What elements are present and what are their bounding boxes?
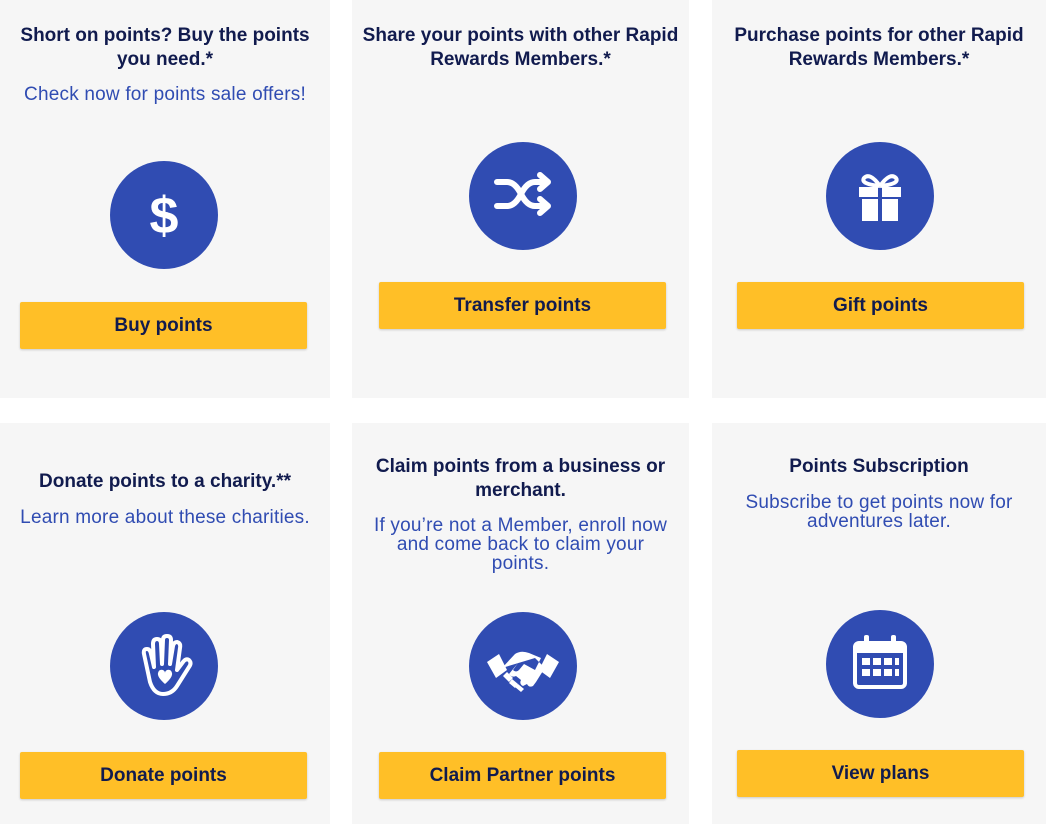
card-title: Share your points with other Rapid Rewar… [362, 25, 679, 70]
card-title: Claim points from a business or merchant… [375, 456, 666, 501]
view-plans-button[interactable]: View plans [737, 750, 1024, 797]
hand-heart-icon [110, 612, 218, 720]
enroll-link[interactable]: If you’re not a Member, enroll now and c… [366, 516, 675, 573]
handshake-icon [469, 612, 577, 720]
donate-points-button[interactable]: Donate points [20, 752, 307, 799]
charities-link[interactable]: Learn more about these charities. [14, 508, 316, 527]
transfer-points-card: Share your points with other Rapid Rewar… [352, 0, 689, 398]
buy-points-button[interactable]: Buy points [20, 302, 307, 349]
shuffle-arrows-icon [469, 142, 577, 250]
gift-points-button[interactable]: Gift points [737, 282, 1024, 329]
gift-points-card: Purchase points for other Rapid Rewards … [712, 0, 1046, 398]
gift-icon [826, 142, 934, 250]
card-title: Donate points to a charity.** [39, 471, 291, 492]
card-title: Points Subscription [789, 456, 969, 477]
transfer-points-button[interactable]: Transfer points [379, 282, 666, 329]
dollar-sign-icon: $ [110, 161, 218, 269]
card-title: Short on points? Buy the points you need… [20, 25, 310, 70]
points-subscription-card: Points Subscription Subscribe to get poi… [712, 423, 1046, 824]
calendar-icon [826, 610, 934, 718]
claim-partner-points-card: Claim points from a business or merchant… [352, 423, 689, 824]
buy-points-card: Short on points? Buy the points you need… [0, 0, 330, 398]
card-title: Purchase points for other Rapid Rewards … [734, 25, 1024, 70]
claim-partner-points-button[interactable]: Claim Partner points [379, 752, 666, 799]
svg-text:$: $ [150, 187, 179, 245]
donate-points-card: Donate points to a charity.** Learn more… [0, 423, 330, 824]
subscription-description: Subscribe to get points now for adventur… [745, 492, 1013, 532]
points-sale-link[interactable]: Check now for points sale offers! [14, 85, 316, 104]
